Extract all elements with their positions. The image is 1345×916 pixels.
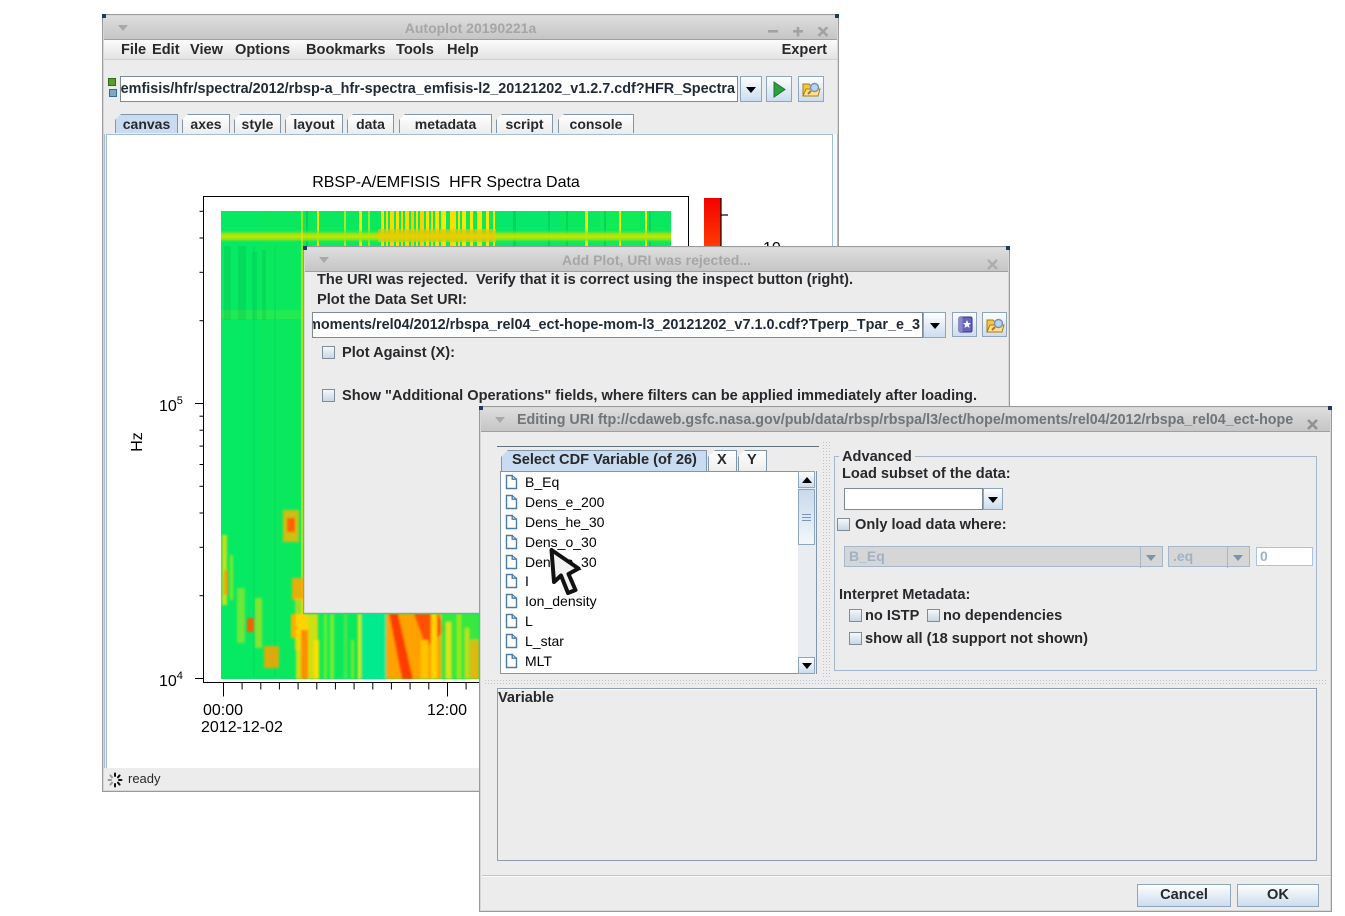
svg-text:104: 104 [159,670,183,690]
svg-text:RBSP-A/EMFISIS HFR Spectra Da: RBSP-A/EMFISIS HFR Spectra Data [312,174,580,191]
svg-text:2012-12-02: 2012-12-02 [201,719,283,736]
svg-text:Hz: Hz [129,432,146,452]
svg-text:00:00: 00:00 [203,702,243,719]
svg-text:12:00: 12:00 [427,702,467,719]
svg-text:105: 105 [159,395,183,415]
